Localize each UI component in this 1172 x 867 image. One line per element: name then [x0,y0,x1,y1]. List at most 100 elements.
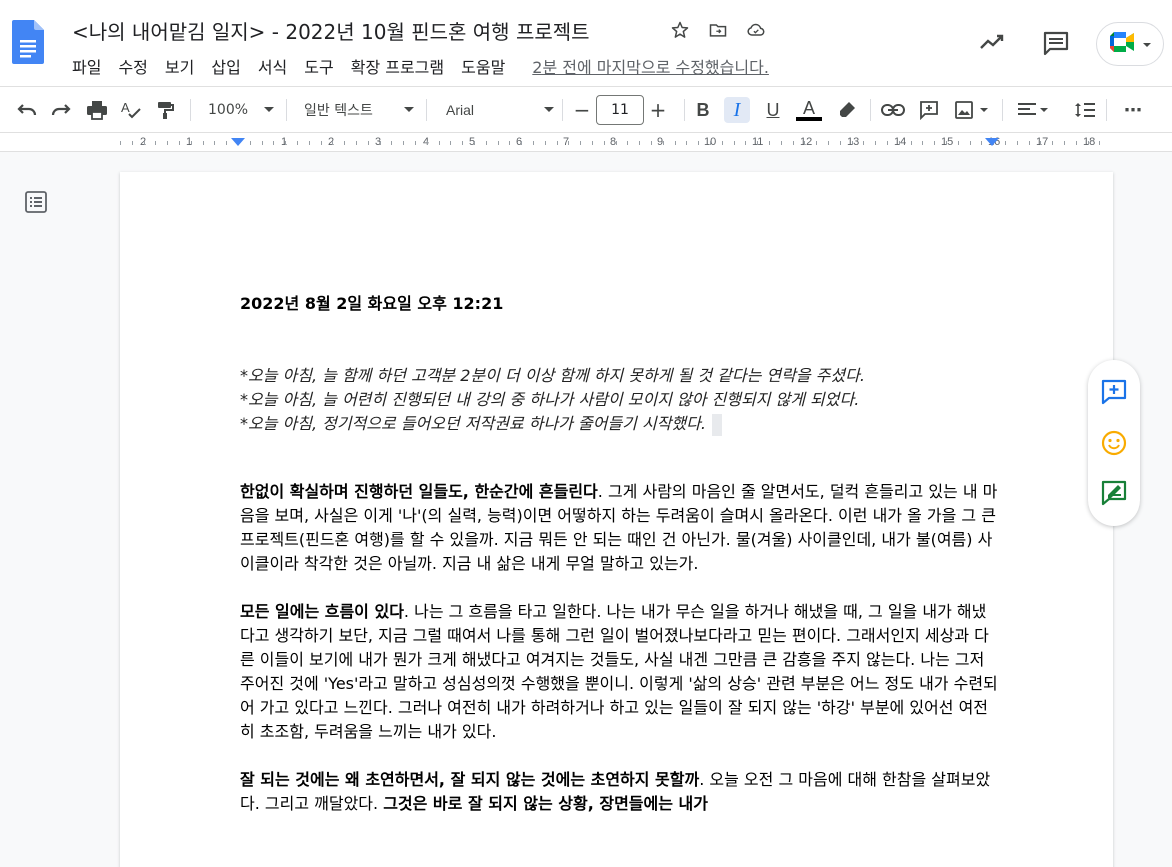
italic-line-text: *오늘 아침, 정기적으로 들어오던 저작권료 하나가 줄어들기 시작했다. [240,414,706,433]
suggest-edits-icon[interactable] [1100,479,1128,507]
ruler-tick [816,141,817,145]
font-size-control: − 11 + [568,94,680,126]
align-text-icon[interactable] [1014,97,1054,123]
more-options-button[interactable]: ⋯ [1120,97,1146,123]
document-outline-icon[interactable] [24,190,48,218]
paragraph-bold-lead: 잘 되는 것에는 왜 초연하면서, 잘 되지 않는 것에는 초연하지 못할까 [240,770,700,789]
ruler-tick [297,141,298,145]
meet-button[interactable] [1096,22,1164,66]
paragraph: 한없이 확실하며 진행하던 일들도, 한순간에 흔들린다. 그게 사람의 마음인… [240,480,1000,576]
document-page[interactable]: 2022년 8월 2일 화요일 오후 12:21 *오늘 아침, 늘 함께 하던… [120,172,1113,867]
menu-tools[interactable]: 도구 [304,54,333,78]
ruler[interactable]: 21123456789101112131415161718 [0,132,1172,152]
last-edit-link[interactable]: 2분 전에 마지막으로 수정했습니다. [532,54,769,78]
svg-text:A: A [121,100,130,115]
add-comment-icon[interactable] [1100,378,1128,406]
ruler-tick [321,141,322,145]
ruler-tick [155,141,156,145]
italic-button[interactable]: I [724,97,750,123]
menu-extensions[interactable]: 확장 프로그램 [351,54,444,78]
ruler-tick [781,141,782,145]
ruler-tick [309,141,310,145]
paragraph-bold-lead: 한없이 확실하며 진행하던 일들도, 한순간에 흔들린다 [240,482,598,501]
paragraph: 모든 일에는 흐름이 있다. 나는 그 흐름을 타고 일한다. 나는 내가 무슨… [240,600,1000,744]
underline-button[interactable]: U [760,97,786,123]
ruler-tick [427,141,428,145]
insert-image-icon[interactable] [952,97,992,123]
docs-logo-icon[interactable] [12,20,44,64]
star-icon[interactable] [668,18,692,42]
highlight-pen-icon[interactable] [834,97,860,123]
ruler-tick [863,141,864,145]
menu-help[interactable]: 도움말 [461,54,505,78]
menu-edit[interactable]: 수정 [118,54,147,78]
activity-dashboard-icon[interactable] [978,30,1006,58]
paint-format-icon[interactable] [152,97,178,123]
ruler-tick [450,141,451,145]
print-icon[interactable] [84,97,110,123]
ruler-tick [179,141,180,145]
font-family-select[interactable]: Arial [446,97,554,123]
emoji-reaction-icon[interactable] [1100,429,1128,457]
ruler-tick [332,141,333,145]
increase-font-size-button[interactable]: + [644,96,672,124]
menu-format[interactable]: 서식 [258,54,287,78]
paragraph-style-select[interactable]: 일반 텍스트 [304,97,414,123]
ruler-tick [970,141,971,145]
ruler-tick [1017,141,1018,145]
ruler-tick [887,141,888,145]
chevron-down-icon [544,107,554,112]
bold-button[interactable]: B [690,97,716,123]
add-comment-icon[interactable] [916,97,942,123]
ruler-tick [1064,141,1065,145]
ruler-tick [132,141,133,145]
ruler-tick [509,141,510,145]
menu-insert[interactable]: 삽입 [211,54,240,78]
ruler-tick [639,141,640,145]
ruler-tick [557,141,558,145]
paragraph-bold-lead: 모든 일에는 흐름이 있다 [240,602,404,621]
comment-history-icon[interactable] [1042,30,1070,60]
cloud-saved-icon[interactable] [744,18,768,42]
ruler-tick [568,141,569,145]
move-to-folder-icon[interactable] [706,18,730,42]
undo-icon[interactable] [14,97,40,123]
ruler-number: 14 [894,136,907,148]
zoom-select[interactable]: 100% [208,97,274,123]
ruler-tick [793,141,794,145]
ruler-tick [745,141,746,145]
document-body[interactable]: 2022년 8월 2일 화요일 오후 12:21 *오늘 아침, 늘 함께 하던… [240,292,1000,840]
ruler-tick [203,141,204,145]
left-indent-marker[interactable] [231,138,245,146]
menu-view[interactable]: 보기 [165,54,194,78]
ruler-tick [686,141,687,145]
right-indent-marker[interactable] [985,138,999,146]
chevron-down-icon [404,107,414,112]
ruler-tick [486,141,487,145]
ruler-tick [757,141,758,145]
ruler-tick [391,141,392,145]
font-family-value: Arial [446,102,475,118]
date-heading: 2022년 8월 2일 화요일 오후 12:21 [240,294,504,313]
ruler-tick [415,141,416,145]
redo-icon[interactable] [48,97,74,123]
ruler-tick [273,141,274,145]
menu-file[interactable]: 파일 [72,54,101,78]
italic-notes: *오늘 아침, 늘 함께 하던 고객분 2분이 더 이상 함께 하지 못하게 될… [240,364,1000,436]
document-title[interactable]: <나의 내어맡김 일지> - 2022년 10월 핀드혼 여행 프로젝트 [72,16,590,45]
chevron-down-icon [1142,35,1152,54]
side-action-panel [1088,360,1140,526]
font-size-input[interactable]: 11 [596,95,644,125]
insert-link-icon[interactable] [880,97,906,123]
ruler-tick [545,141,546,145]
ruler-tick [946,141,947,145]
ruler-number: 12 [800,136,813,148]
ruler-tick [604,141,605,145]
zoom-value: 100% [208,102,249,118]
line-spacing-icon[interactable] [1072,97,1098,123]
text-color-button[interactable]: A [796,97,822,123]
google-meet-icon [1108,30,1138,58]
italic-line: *오늘 아침, 정기적으로 들어오던 저작권료 하나가 줄어들기 시작했다. [240,412,1000,436]
decrease-font-size-button[interactable]: − [568,96,596,124]
spellcheck-icon[interactable]: A [118,97,144,123]
